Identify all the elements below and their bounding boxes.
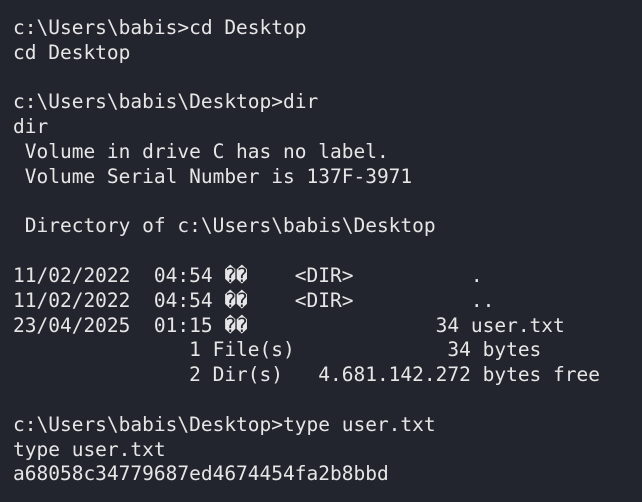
- terminal-line: 2 Dir(s) 4.681.142.272 bytes free: [13, 363, 600, 387]
- terminal-line: cd Desktop: [13, 40, 131, 64]
- terminal-line: 11/02/2022 04:54 �� <DIR> ..: [13, 288, 495, 312]
- terminal-line: c:\Users\babis\Desktop>dir: [13, 90, 319, 114]
- terminal-line: Volume Serial Number is 137F-3971: [13, 164, 413, 188]
- terminal-line: 23/04/2025 01:15 �� 34 user.txt: [13, 313, 565, 337]
- terminal-line: dir: [13, 115, 49, 139]
- terminal-line: Directory of c:\Users\babis\Desktop: [13, 214, 436, 238]
- terminal-line: 1 File(s) 34 bytes: [13, 338, 542, 362]
- terminal-line: 11/02/2022 04:54 �� <DIR> .: [13, 263, 483, 287]
- terminal-line: Volume in drive C has no label.: [13, 139, 389, 163]
- terminal-line: type user.txt: [13, 437, 166, 461]
- terminal-line: c:\Users\babis\Desktop>type user.txt: [13, 412, 436, 436]
- terminal-line: c:\Users\babis>cd Desktop: [13, 16, 307, 39]
- terminal-window[interactable]: c:\Users\babis>cd Desktop cd Desktop c:\…: [0, 0, 642, 502]
- terminal-line: a68058c34779687ed4674454fa2b8bbd: [13, 462, 389, 486]
